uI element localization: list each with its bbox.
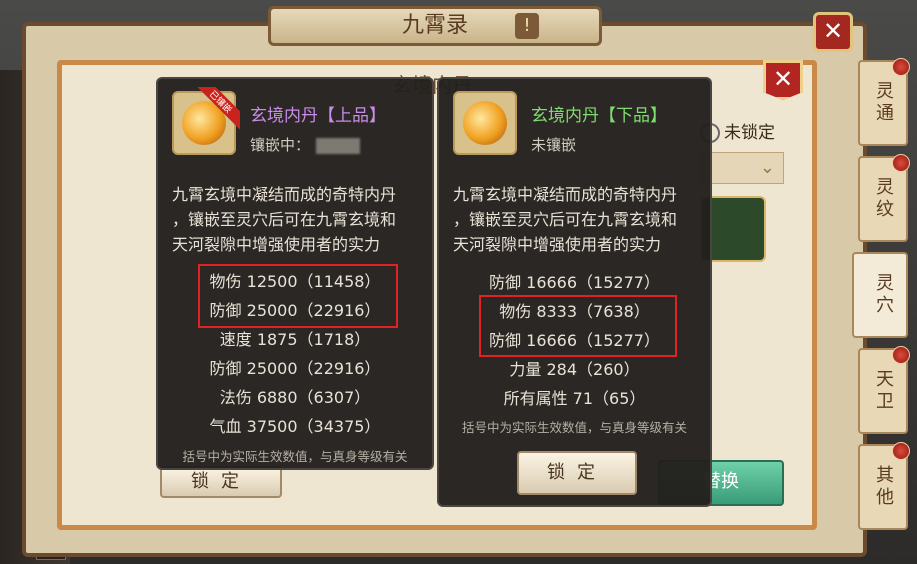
description-line: 天河裂隙中增强使用者的实力 xyxy=(172,235,381,254)
left-lock-button[interactable]: 锁定 xyxy=(160,466,282,498)
status-label: 镶嵌中： xyxy=(250,136,311,154)
tab-lingtong[interactable]: 灵通 xyxy=(858,58,910,146)
help-icon[interactable]: ! xyxy=(515,13,539,39)
description-line: 九霄玄境中凝结而成的奇特内丹 xyxy=(172,185,397,204)
notification-dot xyxy=(892,346,910,364)
window-title-bar: 九霄录 ! xyxy=(268,6,602,46)
stat-line: 速度 1875（1718） xyxy=(219,330,371,349)
item-status: 镶嵌中： xyxy=(250,134,361,155)
tab-tianwei[interactable]: 天卫 xyxy=(858,346,910,434)
lock-button[interactable]: 锁定 xyxy=(517,451,637,495)
chevron-down-icon: ⌄ xyxy=(759,157,775,178)
window-title: 九霄录 xyxy=(401,13,468,38)
stat-line: 防御 25000（22916） xyxy=(209,359,381,378)
tab-other[interactable]: 其他 xyxy=(858,442,910,530)
equipped-ribbon: 已镶嵌 xyxy=(196,87,240,131)
tab-label: 灵穴 xyxy=(873,273,894,317)
attribute-dropdown[interactable]: ⌄ xyxy=(700,152,784,184)
description-line: 九霄玄境中凝结而成的奇特内丹 xyxy=(453,185,678,204)
tab-label: 天卫 xyxy=(873,369,894,413)
compare-item-tooltip: 玄境内丹【下品】 未镶嵌 九霄玄境中凝结而成的奇特内丹 ，镶嵌至灵穴后可在九霄玄… xyxy=(437,77,712,507)
lock-status-label: 未锁定 xyxy=(724,123,775,143)
tab-lingwen[interactable]: 灵纹 xyxy=(858,154,910,242)
stat-line: 力量 284（260） xyxy=(509,360,640,379)
description-line: 天河裂隙中增强使用者的实力 xyxy=(453,235,662,254)
tab-label: 灵通 xyxy=(873,81,894,125)
window-close-button[interactable]: ✕ xyxy=(813,12,853,52)
item-description: 九霄玄境中凝结而成的奇特内丹 ，镶嵌至灵穴后可在九霄玄境和 天河裂隙中增强使用者… xyxy=(453,182,705,257)
ribbon-label: 已镶嵌 xyxy=(196,87,240,130)
item-description: 九霄玄境中凝结而成的奇特内丹 ，镶嵌至灵穴后可在九霄玄境和 天河裂隙中增强使用者… xyxy=(172,182,424,257)
orb-icon xyxy=(463,101,507,145)
stat-highlight-box xyxy=(479,295,677,357)
stat-line: 防御 16666（15277） xyxy=(489,273,660,292)
description-line: ，镶嵌至灵穴后可在九霄玄境和 xyxy=(453,210,678,229)
tab-label: 灵纹 xyxy=(873,177,894,221)
notification-dot xyxy=(892,442,910,460)
stat-line: 法伤 6880（6307） xyxy=(219,388,371,407)
notification-dot xyxy=(892,58,910,76)
stat-line: 所有属性 71（65） xyxy=(503,389,646,408)
item-status: 未镶嵌 xyxy=(531,136,577,154)
panel-close-button[interactable]: ✕ xyxy=(763,60,803,100)
core-item-icon xyxy=(453,91,517,155)
tab-lingxue[interactable]: 灵穴 xyxy=(852,252,908,338)
tab-label: 其他 xyxy=(873,465,894,509)
item-name: 玄境内丹【上品】 xyxy=(250,106,386,126)
stat-highlight-box xyxy=(198,264,398,328)
notification-dot xyxy=(892,154,910,172)
item-footnote: 括号中为实际生效数值，与真身等级有关 xyxy=(461,420,687,435)
item-name: 玄境内丹【下品】 xyxy=(531,106,667,126)
description-line: ，镶嵌至灵穴后可在九霄玄境和 xyxy=(172,210,397,229)
core-item-icon: 已镶嵌 xyxy=(172,87,240,155)
blurred-name xyxy=(316,137,361,154)
equipped-item-tooltip: 已镶嵌 玄境内丹【上品】 镶嵌中： 九霄玄境中凝结而成的奇特内丹 ，镶嵌至灵穴后… xyxy=(156,77,434,470)
stat-line: 气血 37500（34375） xyxy=(209,417,381,436)
item-footnote: 括号中为实际生效数值，与真身等级有关 xyxy=(182,449,408,464)
